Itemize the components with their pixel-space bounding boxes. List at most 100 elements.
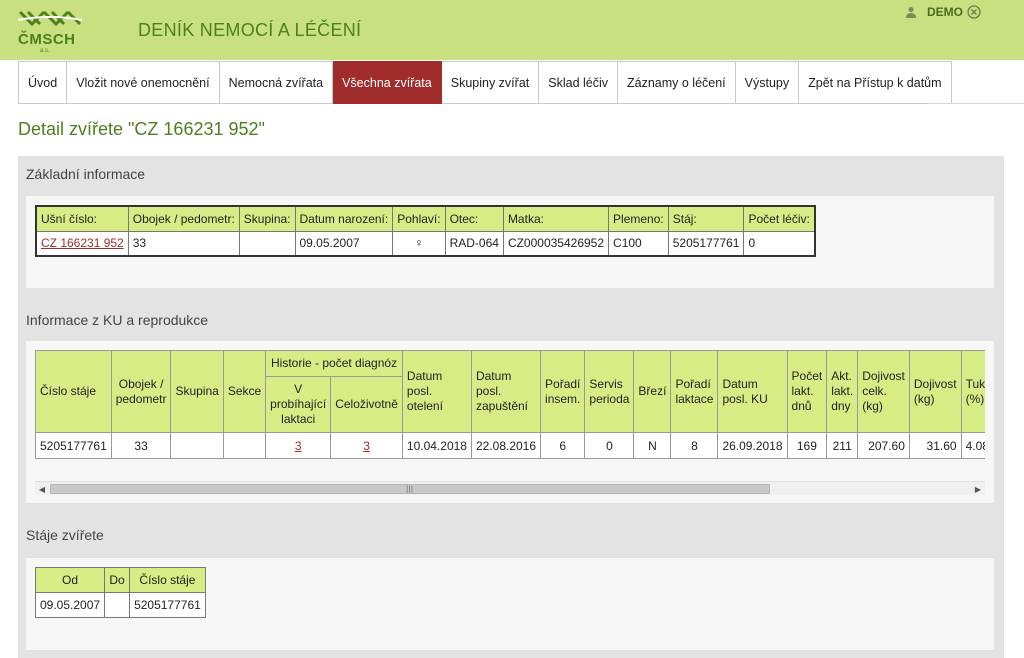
section-title-stables: Stáje zvířete [26,527,104,543]
ear-number-link[interactable]: CZ 166231 952 [41,236,124,250]
col-history-current: V probíhající laktaci [265,376,332,433]
col-yield: Dojivost (kg) [908,350,962,433]
table-header-row: Ušní číslo: Obojek / pedometr: Skupina: … [35,205,816,232]
cell-service-period: 0 [584,432,635,459]
cell-mother: CZ000035426952 [502,230,610,257]
scrollbar-grip-icon: ||| [406,485,414,493]
cell-sex: ♀ [392,230,446,257]
cell-insem-order: 6 [540,432,586,459]
cell-total-yield: 207.60 [857,432,910,459]
cell-collar: 33 [127,230,240,257]
col-fat: Tuk (%) [960,350,985,433]
nav-item-back-to-data-access[interactable]: Zpět na Přístup k datům [799,61,952,104]
table-row: 09.05.2007 5205177761 [34,592,206,618]
ku-table-scroll[interactable]: Číslo stáje Obojek / pedometr Skupina Se… [26,341,985,471]
col-act-lact-days: Akt. lakt. dny [826,350,859,433]
basic-info-panel: Ušní číslo: Obojek / pedometr: Skupina: … [26,196,994,288]
col-breed: Plemeno: [608,205,669,232]
table-header-row: Číslo stáje Obojek / pedometr Skupina Se… [35,350,985,433]
col-section: Sekce [222,350,267,433]
nav-item-all-animals[interactable]: Všechna zvířata [333,61,442,104]
cell-last-dryoff: 22.08.2016 [470,432,542,459]
col-last-ku: Datum posl. KU [717,350,788,433]
ku-info-table: Číslo stáje Obojek / pedometr Skupina Se… [35,350,985,459]
col-stable-no: Číslo stáje [35,350,112,433]
col-history: Historie - počet diagnóz [265,350,403,377]
cell-stable-no: 5205177761 [129,592,206,618]
col-collar: Obojek / pedometr [110,350,172,433]
col-lact-order: Pořadí laktace [670,350,719,433]
cell-stable-no: 5205177761 [35,432,112,459]
section-title-ku: Informace z KU a reprodukce [26,312,209,328]
col-sex: Pohlaví: [392,205,446,232]
col-stable: Stáj: [667,205,745,232]
nav-item-new-disease[interactable]: Vložit nové onemocnění [67,61,220,104]
cell-from: 09.05.2007 [34,592,106,618]
table-header-row: Od Do Číslo stáje [34,567,206,593]
cell-father: RAD-064 [444,230,504,257]
col-ear-number: Ušní číslo: [35,205,129,232]
cell-act-lact-days: 211 [826,432,859,459]
cell-last-calving: 10.04.2018 [401,432,472,459]
cell-last-ku: 26.09.2018 [717,432,788,459]
logout-close-icon[interactable] [967,5,981,19]
col-mother: Matka: [502,205,610,232]
table-row: CZ 166231 952 33 09.05.2007 ♀ RAD-064 CZ… [35,230,816,257]
nav-item-sick-animals[interactable]: Nemocná zvířata [219,61,334,104]
nav-divider [928,103,1024,104]
nav-item-uvod[interactable]: Úvod [18,61,68,104]
col-from: Od [34,567,106,593]
col-last-calving: Datum posl. otelení [401,350,472,433]
cell-group [238,230,296,257]
app-title: DENÍK NEMOCÍ A LÉČENÍ [138,20,362,40]
nav-item-animal-groups[interactable]: Skupiny zvířat [441,61,540,104]
col-total-yield: Dojivost celk. (kg) [857,350,910,433]
col-pregnant: Březí [633,350,672,433]
cell-yield: 31.60 [908,432,962,459]
cell-section [222,432,267,459]
page-title: Detail zvířete "CZ 166231 952" [18,119,265,139]
cell-to [104,592,131,618]
cell-collar: 33 [110,432,172,459]
user-name: DEMO [927,5,963,19]
cell-birth-date: 09.05.2007 [294,230,394,257]
col-lact-days: Počet lakt. dnů [786,350,828,433]
stables-table: Od Do Číslo stáje 09.05.2007 5205177761 [34,567,206,618]
scrollbar-thumb[interactable]: ||| [50,484,770,494]
scroll-left-arrow-icon[interactable]: ◀ [35,482,49,496]
scroll-right-arrow-icon[interactable]: ▶ [971,482,985,496]
history-lifetime-link[interactable]: 3 [363,439,370,453]
history-current-link[interactable]: 3 [295,439,302,453]
user-menu[interactable]: DEMO [905,4,981,20]
cell-fat: 4.08 [960,432,985,459]
cell-lact-order: 8 [670,432,719,459]
col-birth-date: Datum narození: [294,205,394,232]
main-nav: Úvod Vložit nové onemocnění Nemocná zvíř… [18,61,952,104]
cell-stable: 5205177761 [667,230,745,257]
section-title-basic: Základní informace [26,166,146,182]
col-father: Otec: [444,205,504,232]
app-header: ČMSCH a.s. DENÍK NEMOCÍ A LÉČENÍ DEMO [0,0,1024,60]
stables-panel: Od Do Číslo stáje 09.05.2007 5205177761 [26,558,994,650]
logo-text: ČMSCH [18,31,76,48]
nav-item-drug-storage[interactable]: Sklad léčiv [539,61,618,104]
col-insem-order: Pořadí insem. [540,350,586,433]
horizontal-scrollbar[interactable]: ◀ ||| ▶ [35,481,985,495]
cell-group [170,432,224,459]
cell-drug-count: 0 [743,230,816,257]
col-group: Skupina [170,350,224,433]
ku-info-panel: Číslo stáje Obojek / pedometr Skupina Se… [26,341,994,503]
col-to: Do [104,567,131,593]
cell-lact-days: 169 [786,432,828,459]
col-collar: Obojek / pedometr: [127,205,240,232]
col-history-lifetime: Celoživotně [330,376,403,433]
cell-breed: C100 [608,230,669,257]
col-drug-count: Počet léčiv: [743,205,816,232]
nav-item-treatment-records[interactable]: Záznamy o léčení [618,61,736,104]
nav-item-outputs[interactable]: Výstupy [735,61,800,104]
logo-subtext: a.s. [40,48,50,54]
col-stable-no: Číslo stáje [129,567,206,593]
user-icon [906,7,916,18]
table-row: 5205177761 33 3 3 10.04.2018 22.08.2016 … [35,432,985,459]
basic-info-table: Ušní číslo: Obojek / pedometr: Skupina: … [35,205,816,257]
